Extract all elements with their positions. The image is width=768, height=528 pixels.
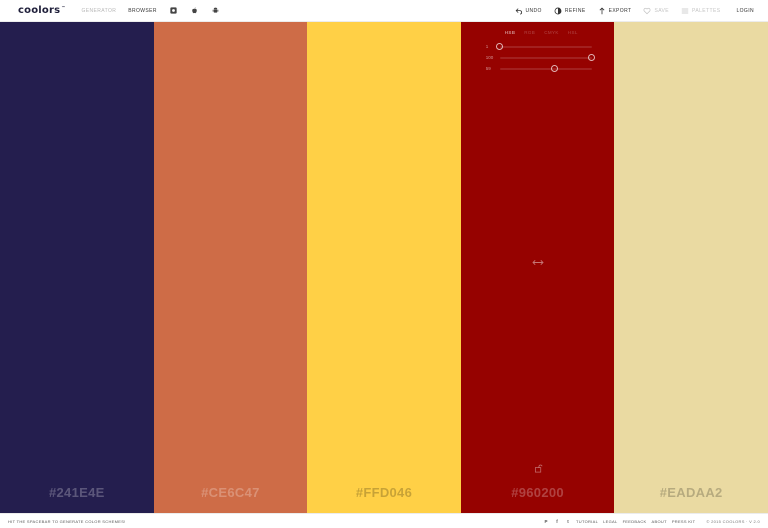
saturation-slider-row: 100: [485, 54, 596, 61]
chrome-icon[interactable]: [169, 6, 178, 15]
save-label: SAVE: [654, 8, 670, 14]
browser-link[interactable]: BROWSER: [128, 8, 157, 14]
saturation-value: 100: [485, 55, 494, 60]
login-button[interactable]: LOGIN: [736, 8, 754, 14]
footer-bar: HIT THE SPACEBAR TO GENERATE COLOR SCHEM…: [0, 513, 768, 528]
tutorial-link[interactable]: TUTORIAL: [576, 519, 598, 524]
hex-code[interactable]: #241E4E: [0, 485, 154, 500]
palettes-button[interactable]: PALETTES: [681, 7, 720, 15]
top-navigation-bar: coolors™ GENERATOR BROWSER UNDO REFINE E…: [0, 0, 768, 22]
list-icon: [681, 8, 689, 14]
pinterest-icon[interactable]: P: [543, 519, 549, 525]
login-label: LOGIN: [736, 8, 754, 14]
logo-text: coolors: [18, 5, 61, 16]
twitter-icon[interactable]: t: [565, 519, 571, 525]
export-button[interactable]: EXPORT: [598, 7, 632, 15]
legal-link[interactable]: LEGAL: [603, 519, 617, 524]
hex-code[interactable]: #EADAA2: [614, 485, 768, 500]
android-icon[interactable]: [211, 6, 220, 15]
about-link[interactable]: ABOUT: [652, 519, 667, 524]
export-icon: [599, 7, 605, 15]
spacebar-hint: HIT THE SPACEBAR TO GENERATE COLOR SCHEM…: [8, 518, 126, 524]
copyright: © 2015 COOLORS · V 2.0: [706, 519, 760, 524]
color-swatch-2[interactable]: #CE6C47: [153, 22, 308, 513]
logo-trademark: ™: [61, 5, 66, 10]
footer-links: P f t TUTORIAL LEGAL FEEDBACK ABOUT PRES…: [543, 514, 760, 528]
undo-label: UNDO: [525, 8, 542, 14]
nav-right: UNDO REFINE EXPORT SAVE PALETTES LOGIN: [515, 0, 755, 22]
brightness-value: 59: [485, 66, 491, 71]
brightness-slider-knob[interactable]: [550, 65, 558, 72]
feedback-link[interactable]: FEEDBACK: [623, 519, 647, 524]
press-kit-link[interactable]: PRESS KIT: [672, 519, 696, 524]
apple-icon[interactable]: [190, 6, 199, 15]
heart-icon: [643, 7, 651, 15]
color-palette: #241E4E #CE6C47 #FFD046 HSB RGB CMYK HSL…: [0, 22, 768, 513]
hue-slider-knob[interactable]: [496, 43, 504, 50]
hex-code[interactable]: #FFD046: [307, 485, 461, 500]
saturation-slider[interactable]: [499, 54, 596, 61]
mode-tab-rgb[interactable]: RGB: [524, 30, 535, 35]
hex-code[interactable]: #960200: [461, 485, 615, 500]
color-swatch-4[interactable]: HSB RGB CMYK HSL 1 100 59 #960200: [460, 22, 615, 513]
undo-icon: [515, 8, 522, 15]
color-swatch-1[interactable]: #241E4E: [0, 22, 154, 513]
refine-label: REFINE: [564, 8, 586, 14]
brightness-slider[interactable]: [499, 65, 592, 72]
facebook-icon[interactable]: f: [554, 519, 560, 525]
palettes-label: PALETTES: [692, 8, 721, 14]
drag-arrows-icon[interactable]: [532, 254, 544, 266]
color-swatch-3[interactable]: #FFD046: [307, 22, 461, 513]
lock-icon[interactable]: [534, 460, 543, 473]
mode-tab-hsl[interactable]: HSL: [568, 30, 578, 35]
export-label: EXPORT: [608, 8, 632, 14]
refine-button[interactable]: REFINE: [554, 7, 586, 15]
hue-slider[interactable]: [496, 43, 592, 50]
undo-button[interactable]: UNDO: [515, 7, 542, 15]
nav-left: GENERATOR BROWSER: [81, 6, 219, 15]
hex-code[interactable]: #CE6C47: [154, 485, 308, 500]
mode-tab-hsb[interactable]: HSB: [505, 30, 515, 35]
color-swatch-5[interactable]: #EADAA2: [614, 22, 768, 513]
generator-link[interactable]: GENERATOR: [81, 8, 116, 14]
save-button[interactable]: SAVE: [643, 7, 669, 15]
color-mode-tabs: HSB RGB CMYK HSL: [505, 30, 578, 35]
mode-tab-cmyk[interactable]: CMYK: [544, 30, 559, 35]
refine-icon: [554, 7, 562, 15]
hue-slider-row: 1: [486, 43, 592, 50]
brightness-slider-row: 59: [486, 65, 592, 72]
coolors-logo[interactable]: coolors™: [18, 5, 65, 16]
saturation-slider-knob[interactable]: [588, 54, 596, 61]
